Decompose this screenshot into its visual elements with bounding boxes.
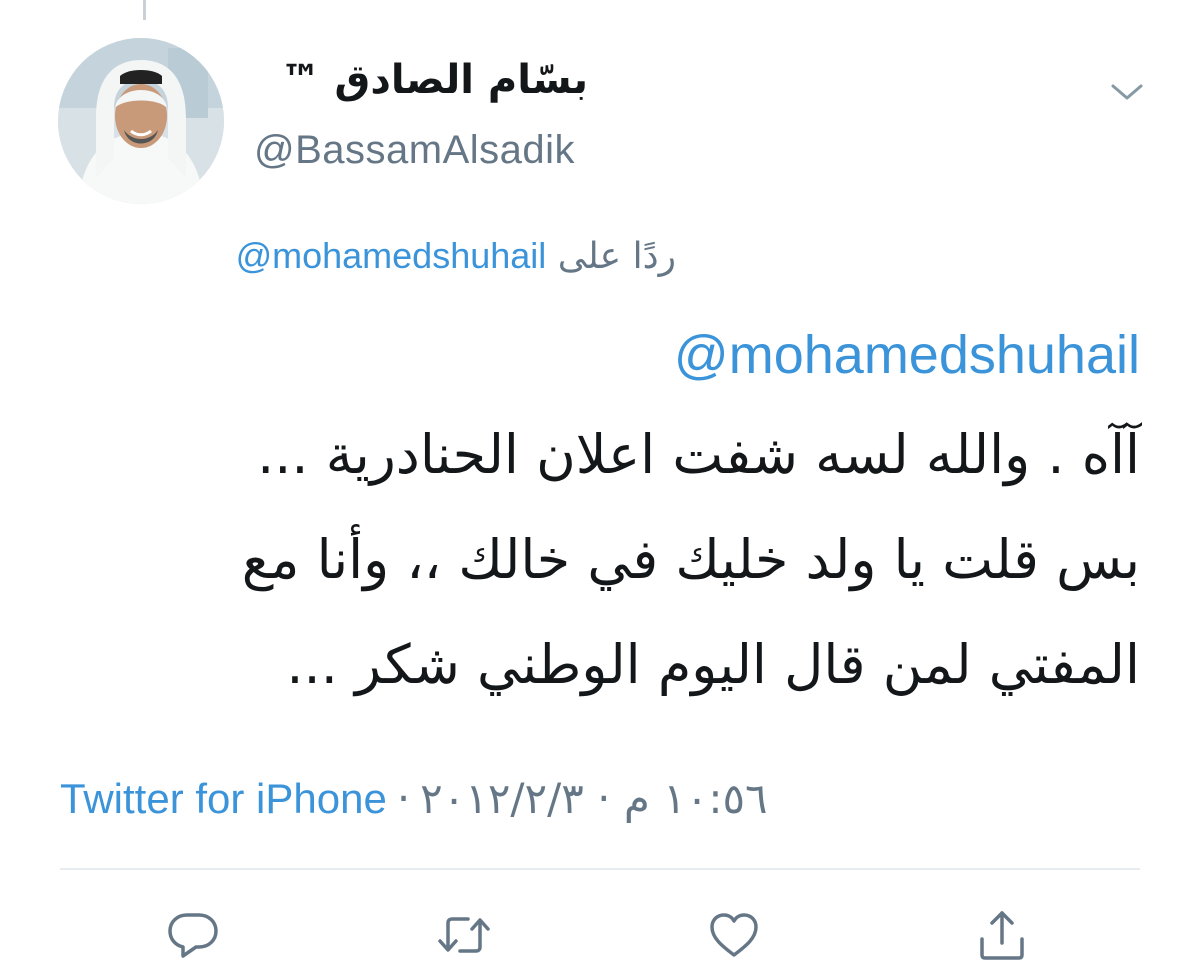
tweet-mention-link[interactable]: @mohamedshuhail (674, 328, 1140, 382)
thread-connector-line (143, 0, 146, 20)
share-icon[interactable] (974, 907, 1030, 963)
author-handle[interactable]: @BassamAlsadik (254, 130, 575, 170)
tweet-timestamp[interactable]: ١٠:٥٦ م · ٢٠١٢/٢/٣ (420, 778, 767, 820)
tweet-metadata: Twitter for iPhone · ١٠:٥٦ م · ٢٠١٢/٢/٣ (60, 774, 768, 824)
avatar[interactable] (58, 38, 224, 204)
retweet-icon[interactable] (436, 907, 492, 963)
reply-prefix: ردًا على (557, 236, 676, 277)
reply-context: ردًا على @mohamedshuhail (236, 238, 676, 275)
avatar-image (58, 38, 224, 204)
divider (60, 868, 1140, 870)
meta-separator: · (396, 774, 411, 823)
tweet-text-line-2: بس قلت يا ولد خليك في خالك ،، وأنا مع (241, 528, 1140, 591)
reply-icon[interactable] (165, 907, 221, 963)
author-display-name[interactable]: بسّام الصادق ™ (281, 60, 588, 100)
heart-icon[interactable] (706, 907, 762, 963)
reply-to-mention[interactable]: @mohamedshuhail (236, 235, 547, 276)
tweet-text-line-3: المفتي لمن قال اليوم الوطني شكر ... (286, 633, 1140, 696)
chevron-down-icon[interactable] (1109, 80, 1145, 104)
tweet-source-link[interactable]: Twitter for iPhone (60, 778, 387, 820)
tweet-text-line-1: آآه . والله لسه شفت اعلان الحنادرية ... (257, 423, 1140, 486)
